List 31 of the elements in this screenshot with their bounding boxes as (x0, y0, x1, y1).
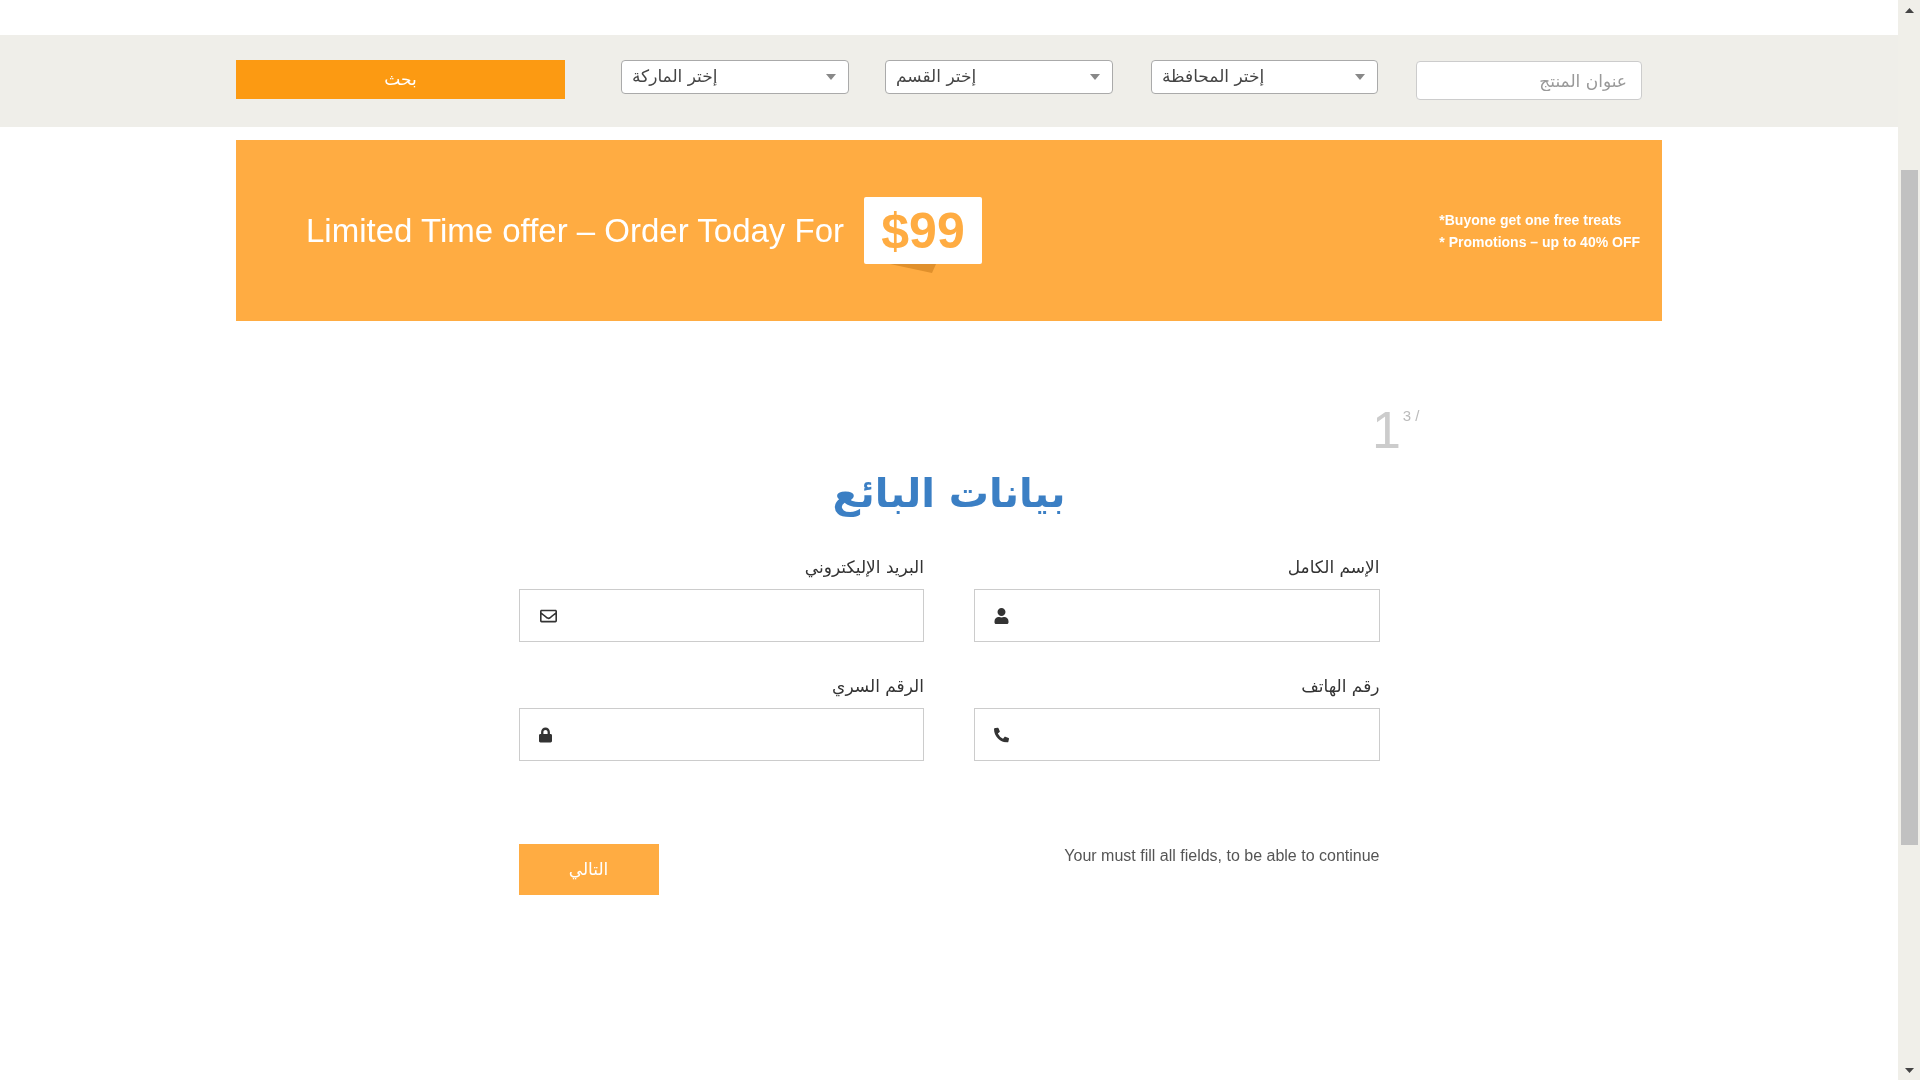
price-tag: $99 (864, 197, 982, 264)
caret-icon (1355, 74, 1365, 80)
caret-icon (1090, 74, 1100, 80)
text-field[interactable] (974, 708, 1380, 761)
product-title-field[interactable]: عنوان المنتج (1416, 61, 1642, 100)
caret-icon (826, 74, 836, 80)
field-label: البريد الإليكتروني (803, 556, 924, 579)
fold-shadow-icon (890, 264, 936, 273)
lock-icon (538, 726, 552, 743)
step-total: 3 / (1402, 407, 1420, 425)
field-label: الإسم الكامل (1286, 556, 1380, 579)
field-label: الرقم السري (831, 675, 924, 698)
banner-headline: Limited Time offer – Order Today For (306, 210, 844, 251)
field-label: رقم الهاتف (1300, 675, 1380, 698)
phone-icon (994, 727, 1009, 742)
form-message: Your must fill all fields, to be able to continue (1064, 846, 1380, 866)
promo-note: * Promotions – up to 40% OFF (1439, 232, 1640, 252)
dropdown[interactable]: إختر القسم (885, 60, 1113, 94)
scrollbar[interactable] (1898, 0, 1920, 1080)
dropdown[interactable]: إختر الماركة (621, 60, 849, 94)
scroll-down-icon[interactable] (1904, 1067, 1914, 1073)
text-field[interactable] (518, 589, 924, 642)
scroll-up-icon[interactable] (1904, 7, 1914, 13)
user-icon (994, 607, 1009, 624)
scrollbar-thumb[interactable] (1900, 170, 1918, 845)
text-field[interactable] (974, 589, 1380, 642)
text-field[interactable] (518, 708, 924, 761)
mail-icon (538, 607, 558, 624)
promo-note: *Buyone get one free treats (1439, 210, 1623, 230)
dropdown[interactable]: إختر المحافظة (1151, 60, 1378, 94)
form-title: بيانات البائع (831, 469, 1067, 519)
